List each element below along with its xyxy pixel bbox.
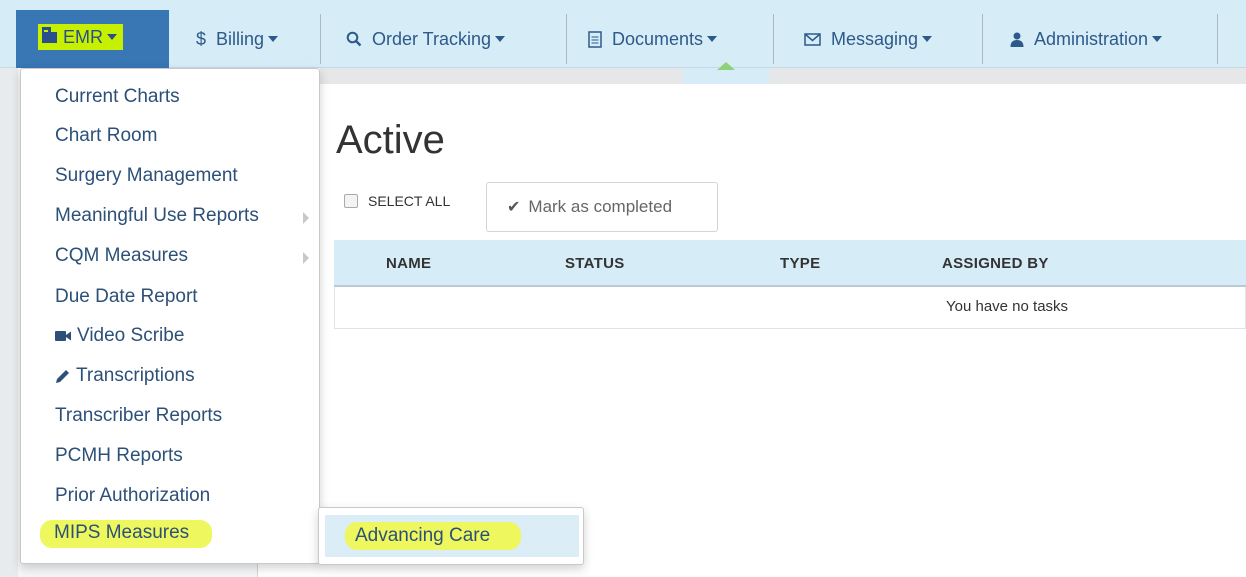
nav-divider (1217, 14, 1218, 64)
nav-administration[interactable]: Administration (982, 10, 1163, 68)
emr-menu-label[interactable]: EMR (38, 24, 123, 50)
empty-tasks-message: You have no tasks (946, 298, 1069, 315)
chevron-right-icon (303, 252, 309, 264)
menu-item-surgery-management[interactable]: Surgery Management (55, 165, 238, 187)
menu-item-pcmh-reports[interactable]: PCMH Reports (55, 445, 183, 467)
top-navbar: EMR $ Billing Order Tracking Documents M… (0, 0, 1246, 68)
document-icon (588, 30, 602, 48)
menu-item-transcriber-reports[interactable]: Transcriber Reports (55, 405, 222, 427)
nav-divider (773, 14, 774, 64)
menu-item-label: Transcriptions (76, 365, 195, 386)
chevron-down-icon (268, 36, 279, 42)
table-header: NAME STATUS TYPE ASSIGNED BY (334, 240, 1246, 287)
nav-documents-label: Documents (612, 28, 704, 49)
subheader-tab (683, 68, 769, 84)
menu-item-current-charts[interactable]: Current Charts (55, 86, 180, 108)
menu-item-label: PCMH Reports (55, 445, 183, 466)
emr-label-text: EMR (63, 26, 103, 47)
page-title: Active (336, 118, 445, 162)
nav-messaging[interactable]: Messaging (776, 10, 933, 68)
menu-item-mips-measures[interactable]: MIPS Measures (38, 518, 212, 550)
envelope-icon (804, 32, 821, 46)
select-all-label: SELECT ALL (368, 193, 451, 209)
chart-file-icon (42, 26, 57, 48)
menu-item-transcriptions[interactable]: Transcriptions (55, 365, 195, 387)
nav-billing-label: Billing (216, 28, 265, 49)
column-header-status[interactable]: STATUS (565, 255, 625, 272)
column-header-type[interactable]: TYPE (780, 255, 820, 272)
menu-item-label: Due Date Report (55, 286, 198, 307)
column-header-assigned-by[interactable]: ASSIGNED BY (942, 255, 1049, 272)
menu-item-chart-room[interactable]: Chart Room (55, 125, 157, 147)
nav-administration-label: Administration (1034, 28, 1149, 49)
nav-order-tracking-label: Order Tracking (372, 28, 492, 49)
dollar-icon: $ (196, 28, 207, 49)
chevron-down-icon (1152, 36, 1163, 42)
menu-item-video-scribe[interactable]: Video Scribe (55, 325, 184, 347)
nav-messaging-label: Messaging (831, 28, 919, 49)
table-row: You have no tasks (334, 287, 1246, 329)
mips-submenu: Advancing Care (318, 507, 584, 565)
chevron-down-icon (107, 34, 117, 40)
user-icon (1010, 32, 1024, 47)
pencil-icon (55, 369, 70, 384)
menu-item-label: Current Charts (55, 86, 180, 107)
nav-billing[interactable]: $ Billing (168, 10, 279, 68)
menu-item-cqm-measures[interactable]: CQM Measures (55, 245, 188, 267)
select-all-checkbox[interactable] (344, 194, 358, 208)
chevron-down-icon (495, 36, 506, 42)
menu-item-label: Video Scribe (77, 325, 185, 346)
chevron-down-icon (922, 36, 933, 42)
caret-up-icon (717, 62, 735, 70)
tasks-table: NAME STATUS TYPE ASSIGNED BY You have no… (334, 240, 1246, 329)
submenu-item-label: Advancing Care (355, 525, 491, 546)
subheader-band (320, 68, 1246, 84)
nav-order-tracking[interactable]: Order Tracking (318, 10, 506, 68)
menu-item-label: CQM Measures (55, 245, 189, 266)
nav-documents[interactable]: Documents (560, 10, 718, 68)
search-icon (346, 31, 362, 47)
left-strip (0, 68, 18, 577)
mark-completed-button[interactable]: ✔ Mark as completed (486, 182, 718, 232)
menu-item-label: Surgery Management (55, 165, 238, 186)
menu-item-label: Transcriber Reports (55, 405, 223, 426)
select-all-control[interactable]: SELECT ALL (344, 193, 450, 209)
menu-item-label: Chart Room (55, 125, 158, 146)
chevron-down-icon (707, 36, 718, 42)
menu-item-label: Prior Authorization (55, 485, 211, 506)
menu-item-label: Meaningful Use Reports (55, 205, 259, 226)
menu-item-prior-authorization[interactable]: Prior Authorization (55, 485, 210, 507)
mark-completed-label: Mark as completed (528, 197, 673, 216)
video-camera-icon (55, 330, 71, 342)
check-icon: ✔ (507, 199, 521, 216)
menu-item-meaningful-use-reports[interactable]: Meaningful Use Reports (55, 205, 259, 227)
menu-item-label: MIPS Measures (54, 522, 190, 543)
emr-dropdown-menu: Current Charts Chart Room Surgery Manage… (20, 68, 320, 564)
submenu-item-advancing-care[interactable]: Advancing Care (325, 515, 579, 557)
menu-item-due-date-report[interactable]: Due Date Report (55, 286, 198, 308)
column-header-name[interactable]: NAME (386, 255, 431, 272)
chevron-right-icon (303, 212, 309, 224)
